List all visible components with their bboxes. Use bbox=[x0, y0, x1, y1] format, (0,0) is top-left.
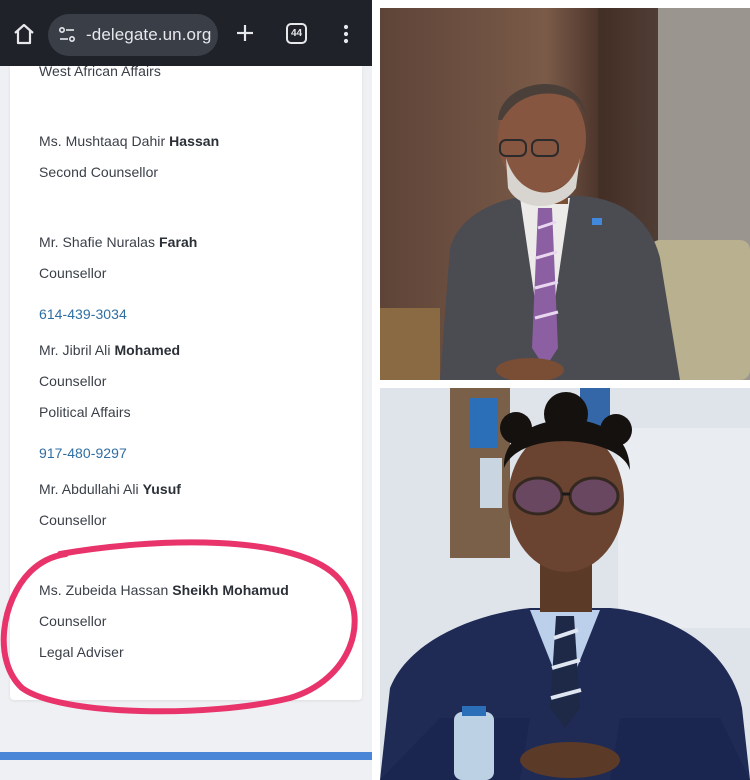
staff-name: Mr. Abdullahi Ali Yusuf bbox=[39, 481, 182, 497]
photo-young-man bbox=[380, 388, 750, 780]
highlight-circle-annotation bbox=[0, 539, 358, 715]
phone-screenshot: -delegate.un.org 44 West African Affairs… bbox=[0, 0, 372, 780]
staff-title: Counsellor bbox=[39, 373, 107, 389]
bottom-bar bbox=[0, 752, 372, 760]
more-vert-icon[interactable] bbox=[338, 22, 354, 46]
staff-surname: Farah bbox=[159, 234, 198, 250]
url-text[interactable]: -delegate.un.org bbox=[86, 25, 211, 45]
tab-switcher-button[interactable]: 44 bbox=[286, 23, 307, 44]
department-text: West African Affairs bbox=[39, 63, 161, 79]
staff-surname: Mohamed bbox=[114, 342, 181, 358]
staff-surname: Hassan bbox=[169, 133, 220, 149]
phone-link[interactable]: 917-480-9297 bbox=[39, 445, 127, 461]
home-icon[interactable] bbox=[12, 22, 36, 46]
address-bar[interactable]: -delegate.un.org bbox=[48, 14, 218, 56]
staff-surname: Yusuf bbox=[142, 481, 182, 497]
browser-toolbar: -delegate.un.org 44 bbox=[0, 0, 372, 66]
staff-name: Mr. Shafie Nuralas Farah bbox=[39, 234, 198, 250]
staff-title: Counsellor bbox=[39, 265, 107, 281]
staff-detail: Political Affairs bbox=[39, 404, 131, 420]
site-settings-icon[interactable] bbox=[58, 26, 76, 44]
phone-link[interactable]: 614-439-3034 bbox=[39, 306, 127, 322]
staff-name: Mr. Jibril Ali Mohamed bbox=[39, 342, 181, 358]
staff-name: Ms. Mushtaaq Dahir Hassan bbox=[39, 133, 220, 149]
staff-title: Second Counsellor bbox=[39, 164, 159, 180]
photo-elder-man bbox=[380, 8, 750, 380]
plus-icon[interactable] bbox=[234, 22, 256, 44]
